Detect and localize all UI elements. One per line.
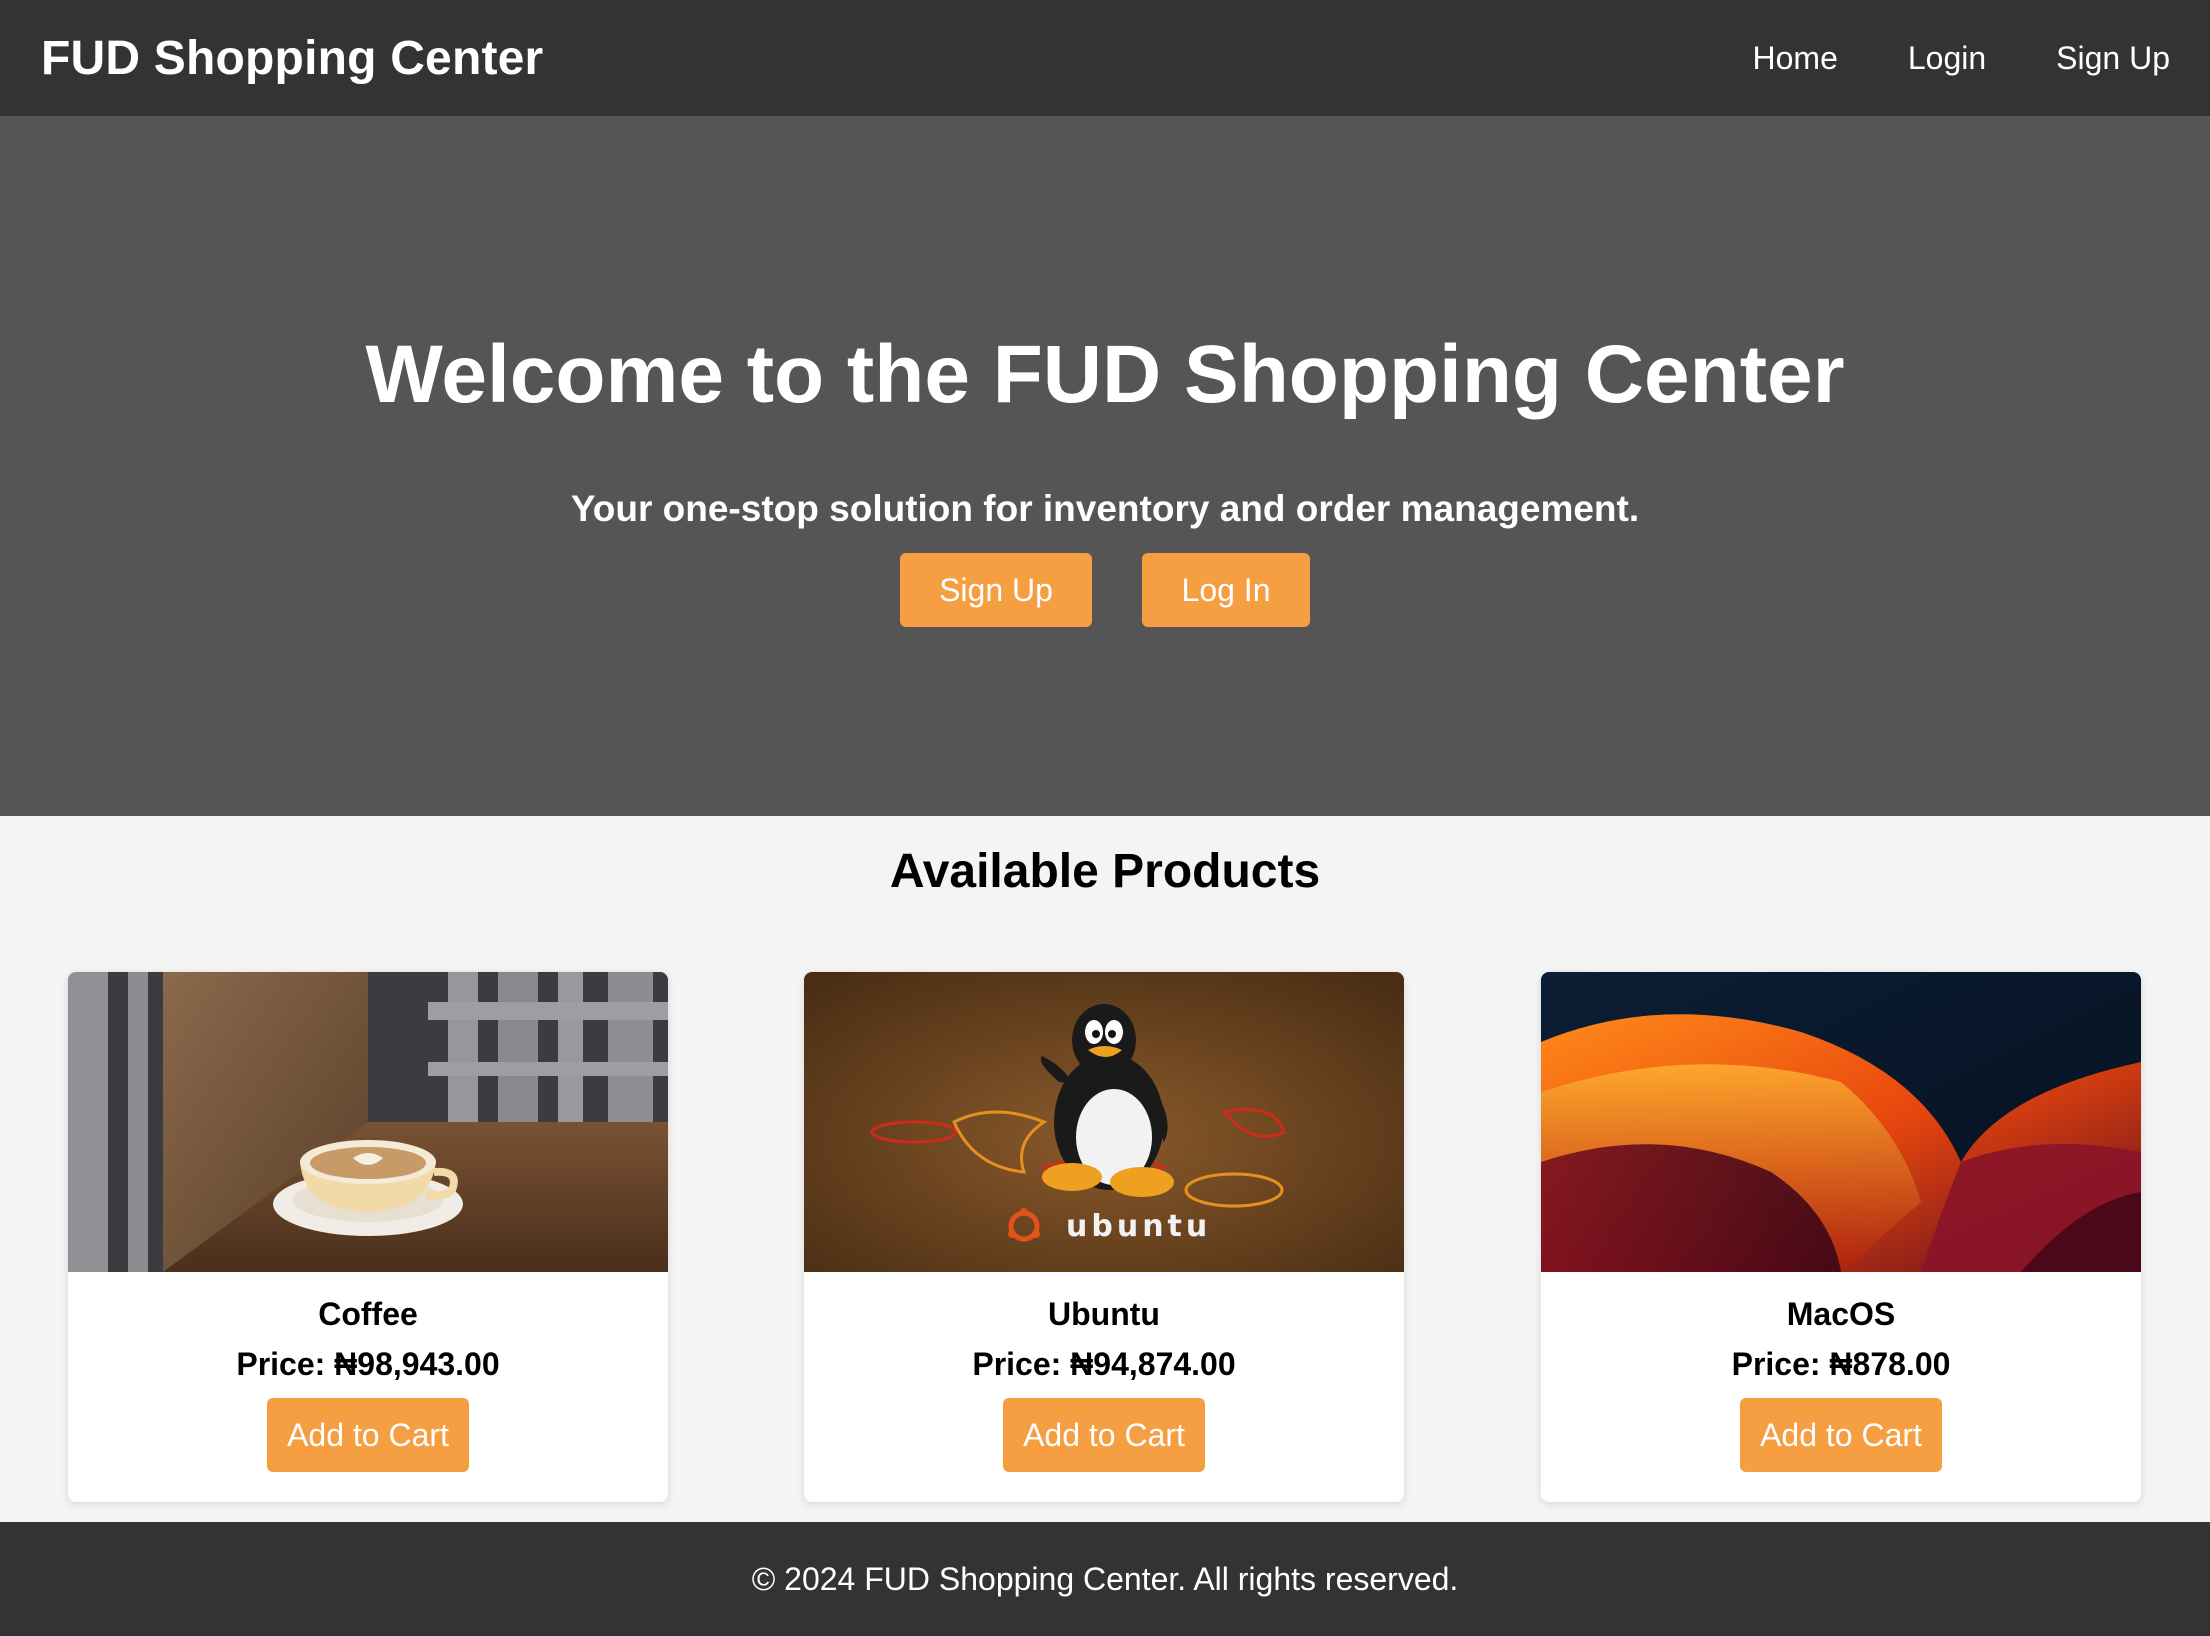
add-to-cart-button[interactable]: Add to Cart	[1003, 1398, 1205, 1472]
product-name: Coffee	[318, 1296, 418, 1332]
hero-section: Welcome to the FUD Shopping Center Your …	[0, 116, 2210, 816]
product-name: Ubuntu	[1048, 1296, 1160, 1332]
products-heading: Available Products	[889, 845, 1321, 898]
hero-signup-button[interactable]: Sign Up	[900, 553, 1092, 627]
product-card-macos: MacOS Price: ₦878.00 Add to Cart	[1541, 972, 2141, 1502]
add-to-cart-button[interactable]: Add to Cart	[267, 1398, 469, 1472]
nav-login-link[interactable]: Login	[1908, 40, 1986, 77]
ubuntu-wordmark: ubuntu	[1066, 1209, 1211, 1244]
nav-home-link[interactable]: Home	[1753, 40, 1838, 77]
main-nav: Home Login Sign Up	[1683, 40, 2171, 77]
nav-signup-link[interactable]: Sign Up	[2056, 40, 2170, 77]
product-price: Price: ₦94,874.00	[972, 1346, 1236, 1382]
brand-logo-text[interactable]: FUD Shopping Center	[41, 31, 543, 86]
copyright-text: © 2024 FUD Shopping Center. All rights r…	[751, 1561, 1459, 1597]
macos-wallpaper-image	[1541, 972, 2141, 1272]
ubuntu-tux-image: ubuntu	[804, 972, 1404, 1272]
hero-login-button[interactable]: Log In	[1142, 553, 1310, 627]
hero-tagline: Your one-stop solution for inventory and…	[570, 488, 1640, 529]
add-to-cart-button[interactable]: Add to Cart	[1740, 1398, 1942, 1472]
site-footer: © 2024 FUD Shopping Center. All rights r…	[0, 1522, 2210, 1636]
product-card-ubuntu: ubuntu Ubuntu Price: ₦94,874.00 Add to C…	[804, 972, 1404, 1502]
product-price: Price: ₦98,943.00	[236, 1346, 500, 1382]
hero-actions: Sign Up Log In	[0, 553, 2210, 627]
product-name: MacOS	[1786, 1296, 1896, 1332]
product-price: Price: ₦878.00	[1731, 1346, 1951, 1382]
product-card-coffee: Coffee Price: ₦98,943.00 Add to Cart	[68, 972, 668, 1502]
hero-title: Welcome to the FUD Shopping Center	[365, 329, 1845, 420]
coffee-product-image	[68, 972, 668, 1272]
site-header: FUD Shopping Center Home Login Sign Up	[0, 0, 2210, 116]
